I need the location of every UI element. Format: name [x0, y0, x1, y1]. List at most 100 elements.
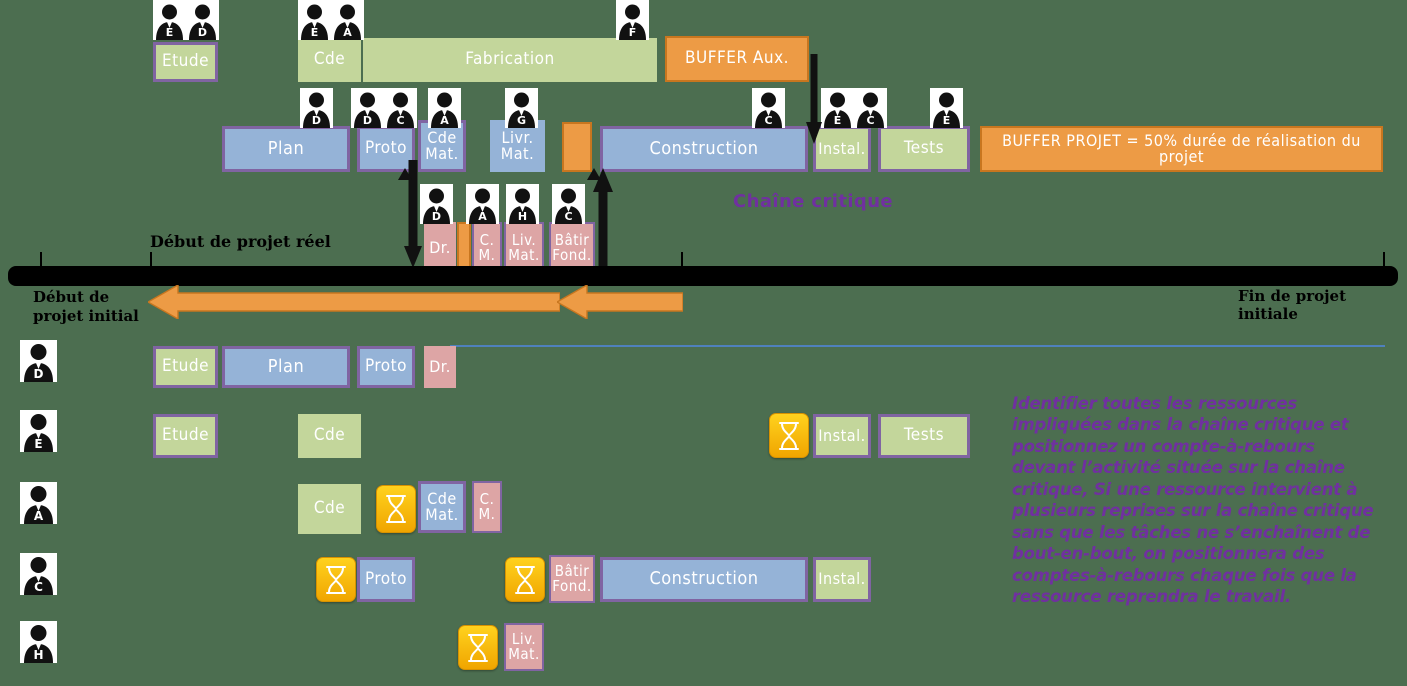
avatar-A-cde-mat: A — [428, 88, 461, 128]
avatar-C-batir-fond: C — [552, 184, 585, 224]
row-A-task-cde[interactable]: Cde — [298, 484, 361, 534]
avatar-G-livr-mat: G — [505, 88, 538, 128]
row-C-task-instal[interactable]: Instal. — [813, 557, 871, 602]
arrow-left-short — [557, 285, 683, 319]
note-line: plusieurs reprises sur la chaîne critiqu… — [1012, 501, 1374, 521]
arrow-left-long — [148, 285, 560, 319]
note-line: devant l’activité située sur la chaîne — [1012, 458, 1345, 478]
avatar-H-liv-mat: H — [506, 184, 539, 224]
avatar-letter: H — [517, 210, 528, 223]
avatar-letter: C — [764, 114, 773, 127]
avatar-letter: A — [478, 210, 487, 223]
label-debut-projet-reel: Début de projet réel — [150, 232, 331, 251]
avatar-letter: E — [942, 114, 951, 127]
row-E-task-tests[interactable]: Tests — [878, 414, 970, 458]
hourglass-icon-row-E[interactable] — [769, 413, 809, 458]
row-D-task-etude[interactable]: Etude — [153, 346, 218, 388]
timeline-tick-mid — [681, 252, 683, 272]
timeline-tick-initial-start — [40, 252, 42, 272]
row-C-task-construction[interactable]: Construction — [600, 557, 808, 602]
hourglass-icon-row-C-2[interactable] — [505, 557, 545, 602]
task-plan[interactable]: Plan — [222, 126, 350, 172]
avatar-D-plan: D — [300, 88, 333, 128]
note-line: ressource reprendra le travail. — [1012, 586, 1291, 606]
avatar-F-fabrication: F — [616, 0, 649, 40]
task-cde-top[interactable]: Cde — [298, 38, 361, 82]
row-D-task-plan[interactable]: Plan — [222, 346, 350, 388]
connector-buffer-aux-down — [802, 54, 826, 146]
label-fin-projet-initiale: Fin de projet initiale — [1238, 287, 1347, 323]
avatar-letter: D — [33, 367, 44, 381]
row-E-task-etude[interactable]: Etude — [153, 414, 218, 458]
divider-rule — [450, 345, 1385, 347]
avatar-row-H: H — [20, 621, 57, 663]
task-buffer-aux[interactable]: BUFFER Aux. — [665, 36, 809, 82]
avatar-letter: D — [311, 114, 322, 127]
avatar-letter: H — [33, 648, 44, 662]
avatar-letter: F — [628, 26, 637, 39]
task-construction[interactable]: Construction — [600, 126, 808, 172]
timeline-bar — [8, 266, 1398, 286]
row-A-task-c-m[interactable]: C. M. — [472, 481, 502, 533]
task-buffer-projet[interactable]: BUFFER PROJET = 50% durée de réalisation… — [980, 126, 1383, 172]
label-debut-projet-initial: Début de projet initial — [33, 288, 139, 325]
avatar-E-cde: E — [298, 0, 331, 40]
task-fabrication-top[interactable]: Fabrication — [363, 38, 657, 82]
hourglass-icon-row-A[interactable] — [376, 485, 416, 533]
avatar-A-c-m: A — [466, 184, 499, 224]
avatar-E-tests: E — [930, 88, 963, 128]
avatar-letter: C — [866, 114, 875, 127]
avatar-letter: D — [362, 114, 373, 127]
avatar-row-C: C — [20, 553, 57, 595]
avatar-letter: A — [440, 114, 449, 127]
avatar-row-A: A — [20, 482, 57, 524]
avatar-D-proto: D — [351, 88, 384, 128]
note-line: impliquées dans la chaîne critique et — [1012, 415, 1349, 435]
task-etude-top[interactable]: Etude — [153, 42, 218, 82]
avatar-letter: C — [564, 210, 573, 223]
avatar-A-cde: A — [331, 0, 364, 40]
avatar-row-D: D — [20, 340, 57, 382]
row-H-task-liv-mat[interactable]: Liv. Mat. — [504, 623, 544, 671]
note-line: Identifier toutes les ressources — [1012, 394, 1297, 413]
avatar-C-instal: C — [854, 88, 887, 128]
note-line: sans que les tâches ne s’enchaînent de — [1012, 522, 1371, 542]
avatar-letter: D — [197, 26, 208, 39]
row-C-task-batir-fond[interactable]: Bâtir Fond. — [549, 555, 595, 603]
instruction-note: Identifier toutes les ressources impliqu… — [1012, 393, 1392, 607]
avatar-row-E: E — [20, 410, 57, 452]
connector-tick-livrmat — [587, 168, 601, 180]
task-buffer-small-mat[interactable] — [562, 122, 592, 172]
note-line: positionnez un compte-à-rebours — [1012, 436, 1315, 456]
avatar-letter: A — [343, 26, 352, 39]
chaine-critique-label: Chaîne critique — [733, 191, 894, 212]
avatar-letter: C — [34, 580, 43, 594]
timeline-tick-initial-end — [1383, 252, 1385, 272]
connector-tick-proto — [398, 168, 412, 180]
avatar-E-etude: E — [153, 0, 186, 40]
row-A-task-cde-mat[interactable]: Cde Mat. — [418, 481, 466, 533]
avatar-C-proto: C — [384, 88, 417, 128]
diagram-canvas: Etude Cde Fabrication BUFFER Aux. E D E … — [0, 0, 1407, 686]
avatar-letter: E — [310, 26, 319, 39]
connector-up-right — [588, 168, 618, 268]
avatar-letter: E — [34, 437, 43, 451]
row-E-task-cde[interactable]: Cde — [298, 414, 361, 458]
timeline-tick-real-start — [150, 252, 152, 272]
note-line: bout-en-bout, on positionnera des — [1012, 544, 1325, 564]
avatar-letter: E — [165, 26, 174, 39]
avatar-C-construction: C — [752, 88, 785, 128]
row-E-task-instal[interactable]: Instal. — [813, 414, 871, 458]
row-C-task-proto[interactable]: Proto — [357, 557, 415, 602]
hourglass-icon-row-H[interactable] — [458, 625, 498, 670]
row-D-task-proto[interactable]: Proto — [357, 346, 415, 388]
avatar-letter: G — [516, 114, 527, 127]
hourglass-icon-row-C-1[interactable] — [316, 557, 356, 602]
note-line: comptes-à-rebours chaque fois que la — [1012, 565, 1357, 585]
note-line: critique, Si une ressource intervient à — [1012, 479, 1358, 499]
task-tests[interactable]: Tests — [878, 126, 970, 172]
avatar-D-etude: D — [186, 0, 219, 40]
avatar-letter: A — [33, 509, 44, 523]
row-D-task-dr[interactable]: Dr. — [424, 346, 456, 388]
avatar-letter: C — [396, 114, 405, 127]
